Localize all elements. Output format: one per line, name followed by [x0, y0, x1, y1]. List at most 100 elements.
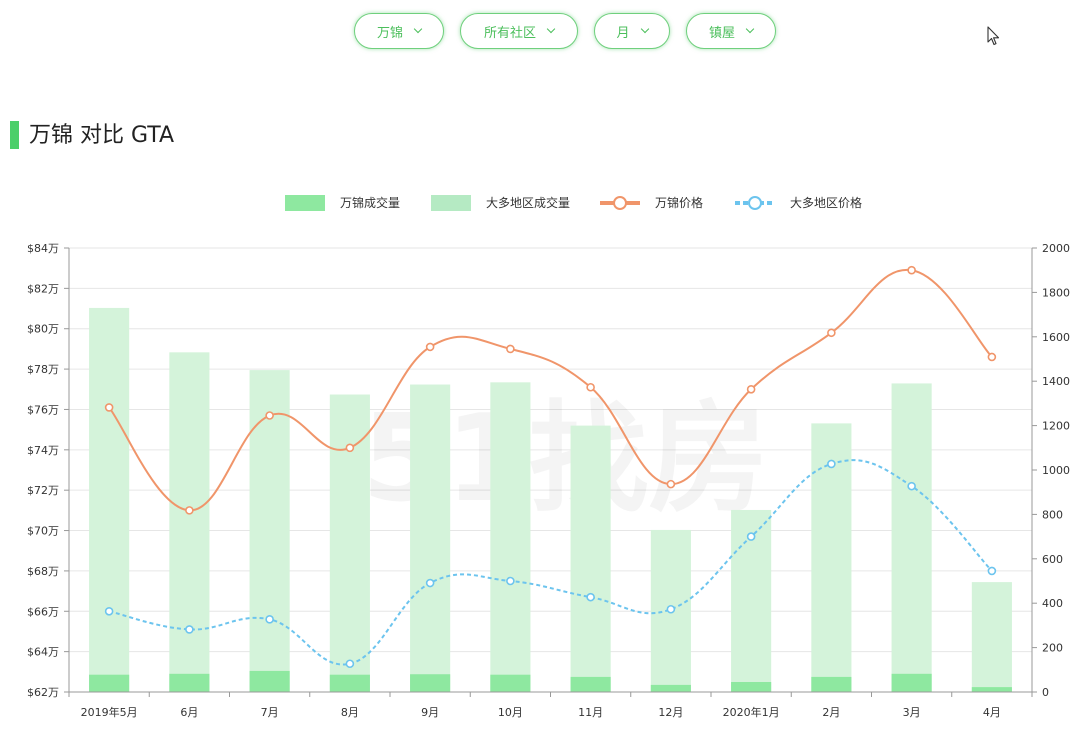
local-price-point [265, 411, 274, 420]
region-price-point [987, 566, 997, 576]
y-right-tick-label: 1200 [1042, 420, 1070, 433]
y-right-tick-label: 200 [1042, 642, 1063, 655]
y-right-tick-label: 1400 [1042, 375, 1070, 388]
y-left-tick-label: $84万 [27, 242, 59, 255]
region-volume-bar [971, 582, 1012, 692]
y-left-tick-label: $66万 [27, 605, 59, 618]
y-left-tick-label: $78万 [27, 363, 59, 376]
city-dropdown[interactable]: 万锦 [354, 13, 444, 49]
local-price-point [425, 342, 435, 352]
local-price-point [746, 384, 756, 394]
local-volume-bars [89, 670, 1012, 692]
region-price-point [666, 604, 676, 614]
local-price-point [666, 479, 676, 489]
region-price-point [104, 606, 114, 616]
local-volume-bar [169, 673, 210, 692]
region-volume-bar [891, 383, 932, 692]
y-right-tick-label: 1000 [1042, 464, 1070, 477]
x-tick-label: 8月 [341, 706, 359, 719]
y-right-tick-label: 600 [1042, 553, 1063, 566]
local-volume-bar [329, 674, 370, 692]
x-tick-label: 11月 [578, 706, 603, 719]
x-tick-label: 2月 [822, 706, 840, 719]
region-price-point [265, 615, 274, 624]
legend-label: 大多地区成交量 [486, 195, 570, 210]
y-left-tick-label: $82万 [27, 282, 59, 295]
community-dropdown[interactable]: 所有社区 [460, 13, 578, 49]
region-price-point [425, 578, 435, 588]
community-dropdown-label: 所有社区 [483, 25, 536, 41]
local-price-point [345, 443, 355, 453]
legend-label: 万锦价格 [655, 195, 703, 210]
region-price-point [345, 659, 355, 669]
region-volume-bar [570, 425, 611, 692]
price-volume-chart: 51找房 $62万$64万$66万$68万$70万$72万$74万$76万$78… [27, 195, 1070, 719]
y-right-tick-label: 1800 [1042, 286, 1070, 299]
y-left-tick-label: $72万 [27, 484, 59, 497]
section-title-accent [10, 121, 19, 149]
local-volume-bar [249, 670, 290, 692]
legend-label: 大多地区价格 [790, 195, 862, 210]
filter-bar: 万锦 所有社区 月 镇屋 [354, 13, 792, 51]
local-volume-bar [811, 676, 852, 692]
region-volume-bar [490, 382, 531, 692]
region-volume-bar [410, 384, 451, 692]
local-price-point [987, 352, 997, 362]
local-volume-bar [731, 682, 772, 692]
region-price-point [506, 576, 515, 586]
chevron-down-icon [413, 24, 423, 34]
local-volume-bar [89, 674, 130, 692]
y-left-tick-label: $64万 [27, 646, 59, 659]
y-right-tick-label: 1600 [1042, 331, 1070, 344]
property-type-dropdown-label: 镇屋 [708, 25, 735, 41]
y-left-tick-label: $68万 [27, 565, 59, 578]
legend-swatch-marker [748, 196, 762, 210]
region-volume-bar [89, 307, 130, 692]
region-price-point [746, 532, 756, 541]
city-dropdown-label: 万锦 [376, 25, 403, 41]
local-volume-bar [891, 673, 932, 692]
local-volume-bar [570, 676, 611, 692]
local-volume-bar [490, 674, 531, 692]
x-tick-label: 6月 [180, 706, 198, 719]
legend-swatch-marker [613, 196, 627, 210]
period-dropdown-label: 月 [616, 25, 630, 41]
period-dropdown[interactable]: 月 [594, 13, 670, 49]
local-price-point [104, 403, 114, 412]
local-price-point [827, 328, 836, 338]
property-type-dropdown[interactable]: 镇屋 [686, 13, 776, 49]
y-left-tick-label: $62万 [27, 686, 59, 699]
x-tick-label: 9月 [421, 706, 439, 719]
local-volume-bar [650, 684, 691, 692]
y-left-tick-label: $76万 [27, 403, 59, 416]
local-price-point [506, 344, 515, 354]
legend-swatch [431, 195, 471, 211]
legend-label: 万锦成交量 [340, 195, 400, 210]
x-tick-label: 12月 [658, 706, 683, 719]
region-price-point [827, 459, 836, 469]
y-left-tick-label: $70万 [27, 525, 59, 538]
y-right-tick-label: 800 [1042, 508, 1063, 521]
chevron-down-icon [640, 24, 649, 34]
legend-swatch [285, 195, 325, 211]
y-right-tick-label: 400 [1042, 597, 1063, 610]
chevron-down-icon [745, 24, 755, 34]
chart-legend: 万锦成交量 大多地区成交量 万锦价格 大多地区价格 [285, 195, 862, 211]
local-price-point [185, 506, 194, 515]
local-volume-bar [410, 674, 451, 692]
x-tick-label: 10月 [498, 706, 523, 719]
x-tick-label: 4月 [983, 706, 1001, 719]
region-volume-bar [329, 394, 370, 692]
section-title: 万锦 对比 GTA [29, 123, 175, 148]
local-price-point [586, 382, 595, 392]
y-left-tick-label: $74万 [27, 444, 59, 457]
region-price-point [586, 592, 595, 602]
chevron-down-icon [546, 24, 556, 34]
y-right-tick-label: 0 [1042, 686, 1049, 699]
x-tick-label: 2019年5月 [81, 705, 138, 719]
y-right-tick-label: 2000 [1042, 242, 1070, 255]
region-price-point [185, 625, 194, 634]
x-tick-label: 3月 [903, 706, 921, 719]
local-price-point [907, 265, 916, 275]
local-volume-bar [971, 687, 1012, 692]
